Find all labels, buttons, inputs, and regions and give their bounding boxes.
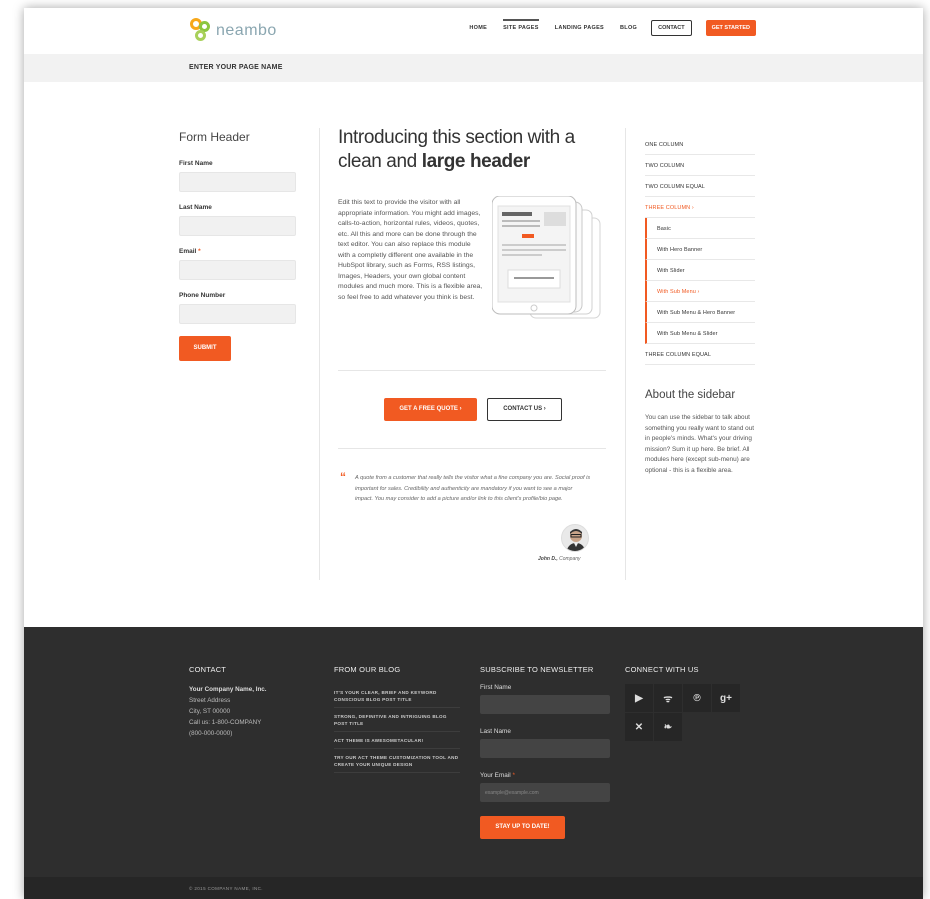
newsletter-last-name-field[interactable]: [480, 739, 610, 758]
copyright-text: © 2015 COMPANY NAME, INC.: [189, 886, 263, 891]
sidebar-subitem-sub-menu-slider[interactable]: With Sub Menu & Slider: [645, 323, 755, 344]
main-content: Introducing this section with a clean an…: [338, 126, 608, 319]
contact-form: Form Header First Name Last Name Email *…: [179, 130, 297, 361]
first-name-label: First Name: [179, 160, 213, 167]
footer-connect: CONNECT WITH US ▶ ᯤ ℗ g+ ✕ ❧: [625, 665, 740, 741]
tablet-mockup-image: [492, 196, 601, 319]
sidebar-item-three-column[interactable]: THREE COLUMN ›: [645, 197, 755, 218]
footer-blog: FROM OUR BLOG IT'S YOUR CLEAR, BRIEF AND…: [334, 665, 460, 773]
logo[interactable]: neambo: [190, 18, 277, 44]
form-header: Form Header: [179, 130, 250, 144]
xing-icon[interactable]: ✕: [625, 713, 653, 741]
divider-bottom: [338, 448, 606, 449]
blog-post-link[interactable]: IT'S YOUR CLEAR, BRIEF AND KEYWORD CONSC…: [334, 684, 460, 708]
nav-contact-button[interactable]: CONTACT: [651, 20, 692, 36]
blog-post-link[interactable]: STRONG, DEFINITIVE AND INTRIGUING BLOG P…: [334, 708, 460, 732]
page: neambo HOME SITE PAGES LANDING PAGES BLO…: [24, 8, 923, 899]
sidebar-subitem-hero-banner[interactable]: With Hero Banner: [645, 239, 755, 260]
submit-button[interactable]: SUBMIT: [179, 336, 231, 361]
sidebar-about-text: You can use the sidebar to talk about so…: [645, 414, 755, 474]
newsletter-first-name-field[interactable]: [480, 695, 610, 714]
logo-text: neambo: [216, 22, 277, 39]
column-divider-left: [319, 128, 320, 580]
rss-icon[interactable]: ᯤ: [654, 684, 682, 712]
pinterest-icon[interactable]: ℗: [683, 684, 711, 712]
footer: CONTACT Your Company Name, Inc. Street A…: [24, 627, 923, 877]
youtube-icon[interactable]: ▶: [625, 684, 653, 712]
section-body-text: Edit this text to provide the visitor wi…: [338, 199, 483, 301]
nav-blog[interactable]: BLOG: [620, 25, 637, 31]
footer-connect-title: CONNECT WITH US: [625, 665, 699, 674]
top-navigation-bar: neambo HOME SITE PAGES LANDING PAGES BLO…: [24, 8, 923, 54]
avatar: [561, 524, 589, 552]
last-name-field[interactable]: [179, 216, 296, 236]
newsletter-last-name-label: Last Name: [480, 728, 511, 735]
nav-home[interactable]: HOME: [469, 25, 487, 31]
sidebar-item-one-column[interactable]: ONE COLUMN: [645, 134, 755, 155]
last-name-label: Last Name: [179, 204, 212, 211]
logo-rings-icon: [190, 18, 214, 44]
page-title: ENTER YOUR PAGE NAME: [189, 64, 283, 71]
contact-us-button[interactable]: CONTACT US ›: [487, 398, 562, 421]
email-label: Email *: [179, 248, 201, 255]
get-started-button[interactable]: GET STARTED: [705, 20, 756, 36]
sidebar-subitem-sub-menu-hero[interactable]: With Sub Menu & Hero Banner: [645, 302, 755, 323]
divider-top: [338, 370, 606, 371]
copyright-bar: © 2015 COMPANY NAME, INC.: [24, 877, 923, 899]
nav-landing-pages[interactable]: LANDING PAGES: [555, 25, 604, 31]
free-quote-button[interactable]: GET A FREE QUOTE ›: [384, 398, 477, 421]
newsletter-email-field[interactable]: example@example.com: [480, 783, 610, 802]
sidebar-subitem-slider[interactable]: With Slider: [645, 260, 755, 281]
sidebar-item-two-column[interactable]: TWO COLUMN: [645, 155, 755, 176]
main-nav: HOME SITE PAGES LANDING PAGES BLOG CONTA…: [453, 19, 756, 36]
twitter-icon[interactable]: ❧: [654, 713, 682, 741]
footer-contact: CONTACT Your Company Name, Inc. Street A…: [189, 665, 267, 739]
nav-site-pages[interactable]: SITE PAGES: [503, 19, 539, 31]
footer-contact-title: CONTACT: [189, 665, 227, 674]
footer-address: Your Company Name, Inc. Street Address C…: [189, 686, 267, 737]
phone-label: Phone Number: [179, 292, 226, 299]
sidebar-about-title: About the sidebar: [645, 389, 736, 401]
quote-mark-icon: “: [340, 470, 346, 484]
newsletter-first-name-label: First Name: [480, 684, 512, 691]
column-divider-right: [625, 128, 626, 580]
footer-blog-title: FROM OUR BLOG: [334, 665, 401, 674]
newsletter-email-label: Your Email *: [480, 772, 515, 779]
blog-post-link[interactable]: TRY OUR ACT THEME CUSTOMIZATION TOOL AND…: [334, 749, 460, 773]
sidebar-subitem-basic[interactable]: Basic: [645, 218, 755, 239]
email-field[interactable]: [179, 260, 296, 280]
footer-newsletter: SUBSCRIBE TO NEWSLETTER First Name Last …: [480, 665, 610, 839]
blog-post-link[interactable]: ACT THEME IS AWESOMETACULAR!: [334, 732, 460, 749]
sidebar-item-three-column-equal[interactable]: THREE COLUMN EQUAL: [645, 344, 755, 365]
footer-newsletter-title: SUBSCRIBE TO NEWSLETTER: [480, 665, 594, 674]
section-header: Introducing this section with a clean an…: [338, 127, 575, 172]
sidebar: ONE COLUMN TWO COLUMN TWO COLUMN EQUAL T…: [645, 134, 755, 477]
phone-field[interactable]: [179, 304, 296, 324]
newsletter-submit-button[interactable]: STAY UP TO DATE!: [480, 816, 565, 839]
social-links: ▶ ᯤ ℗ g+ ✕ ❧: [625, 684, 740, 741]
first-name-field[interactable]: [179, 172, 296, 192]
sidebar-item-two-column-equal[interactable]: TWO COLUMN EQUAL: [645, 176, 755, 197]
page-name-bar: ENTER YOUR PAGE NAME: [24, 54, 923, 82]
testimonial-author: John D., Company: [538, 556, 581, 562]
google-plus-icon[interactable]: g+: [712, 684, 740, 712]
testimonial-text: A quote from a customer that really tell…: [355, 475, 591, 502]
sidebar-subitem-sub-menu[interactable]: With Sub Menu ›: [645, 281, 755, 302]
